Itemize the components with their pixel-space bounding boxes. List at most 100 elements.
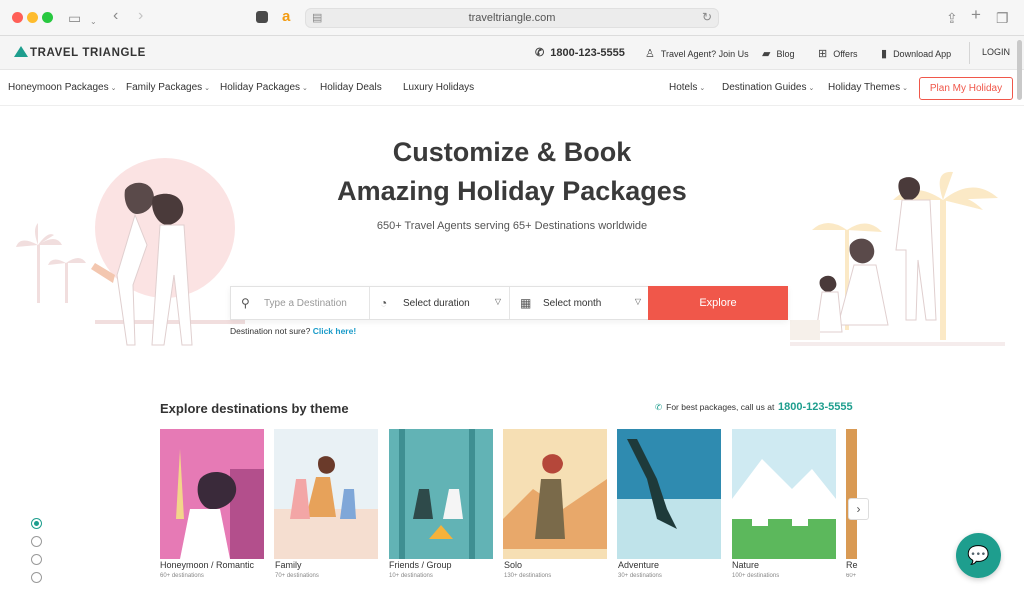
carousel-next-button[interactable]: › bbox=[848, 498, 869, 520]
nav-label: Hotels bbox=[669, 82, 698, 93]
nav-holiday-packages[interactable]: Holiday Packages ⌄ bbox=[220, 82, 308, 93]
theme-name: Friends / Group bbox=[389, 560, 452, 570]
theme-name: Adventure bbox=[618, 560, 660, 570]
amazon-extension-icon[interactable]: a bbox=[282, 8, 290, 25]
extension-icon[interactable] bbox=[256, 11, 268, 23]
nav-label: Destination Guides bbox=[722, 82, 807, 93]
site-logo[interactable]: TRAVEL TRIANGLE bbox=[14, 46, 146, 59]
plan-my-holiday-button[interactable]: Plan My Holiday bbox=[919, 77, 1013, 100]
month-select[interactable]: ▦ Select month ▽ bbox=[510, 287, 649, 319]
destination-placeholder: Type a Destination bbox=[264, 298, 347, 309]
theme-card-partial[interactable] bbox=[846, 429, 857, 559]
offers-label: Offers bbox=[833, 49, 858, 59]
duration-value: Select duration bbox=[403, 298, 470, 309]
nav-honeymoon-packages[interactable]: Honeymoon Packages ⌄ bbox=[8, 82, 117, 93]
theme-card-family[interactable] bbox=[274, 429, 378, 559]
calendar-icon: ▦ bbox=[520, 296, 532, 310]
nav-holiday-themes[interactable]: Holiday Themes ⌄ bbox=[828, 82, 908, 93]
chevron-down-icon: ▽ bbox=[634, 297, 641, 306]
callus-label: For best packages, call us at bbox=[666, 402, 775, 412]
address-bar[interactable]: ▤ traveltriangle.com ↻ bbox=[305, 8, 719, 28]
sidebar-icon[interactable]: ▭ bbox=[68, 9, 81, 27]
destination-field[interactable]: ⚲ Type a Destination bbox=[231, 287, 370, 319]
theme-count: 60+ destinations bbox=[160, 573, 204, 579]
chevron-down-icon[interactable]: ⌄ bbox=[90, 13, 97, 31]
chevron-down-icon: ⌄ bbox=[902, 85, 908, 92]
duration-select[interactable]: ◔ Select duration ▽ bbox=[370, 287, 510, 319]
chevron-down-icon: ⌄ bbox=[204, 85, 211, 92]
theme-count: 100+ destinations bbox=[732, 573, 780, 579]
logo-text: TRAVEL TRIANGLE bbox=[30, 47, 146, 59]
agent-icon: ♙ bbox=[645, 48, 655, 60]
theme-count: 70+ destinations bbox=[275, 573, 319, 579]
nav-label: Honeymoon Packages bbox=[8, 82, 109, 93]
not-sure-label: Destination not sure? bbox=[230, 326, 311, 336]
theme-name: Family bbox=[275, 560, 302, 570]
top-bar: TRAVEL TRIANGLE ✆ 1800-123-5555 ♙ Travel A… bbox=[0, 36, 1024, 70]
chevron-down-icon: ⌄ bbox=[808, 85, 815, 92]
url-text: traveltriangle.com bbox=[468, 12, 556, 24]
new-tab-icon[interactable]: + bbox=[971, 6, 981, 24]
tabs-overview-icon[interactable]: ❐ bbox=[996, 9, 1009, 27]
theme-count: 130+ destinations bbox=[504, 573, 552, 579]
theme-count: 30+ destinations bbox=[618, 573, 662, 579]
destination-not-sure: Destination not sure? Click here! bbox=[230, 326, 356, 336]
logo-triangle-icon bbox=[14, 46, 28, 57]
section-dot-3[interactable] bbox=[31, 554, 42, 565]
nav-hotels[interactable]: Hotels ⌄ bbox=[669, 82, 705, 93]
section-dot-2[interactable] bbox=[31, 536, 42, 547]
phone-icon: ✆ bbox=[535, 47, 545, 59]
chevron-down-icon: ⌄ bbox=[302, 85, 308, 92]
click-here-link[interactable]: Click here! bbox=[313, 326, 356, 336]
zoom-window-button[interactable] bbox=[42, 12, 53, 23]
section-dot-1[interactable] bbox=[31, 518, 42, 529]
nav-family-packages[interactable]: Family Packages ⌄ bbox=[126, 82, 210, 93]
login-link[interactable]: LOGIN bbox=[982, 47, 1010, 57]
travel-agent-label: Travel Agent? Join Us bbox=[660, 49, 749, 59]
mobile-icon: ▮ bbox=[881, 48, 888, 60]
theme-card-honeymoon[interactable] bbox=[160, 429, 264, 559]
phone-number: 1800-123-5555 bbox=[550, 47, 625, 59]
callus-number[interactable]: 1800-123-5555 bbox=[778, 401, 853, 413]
phone-icon: ✆ bbox=[655, 402, 663, 412]
scrollbar[interactable] bbox=[1017, 40, 1022, 100]
chat-button[interactable]: 💬 bbox=[956, 533, 1001, 578]
download-app-label: Download App bbox=[893, 49, 952, 59]
close-window-button[interactable] bbox=[12, 12, 23, 23]
blog-label: Blog bbox=[776, 49, 795, 59]
share-icon[interactable]: ⇪ bbox=[946, 9, 958, 27]
section-dot-4[interactable] bbox=[31, 572, 42, 583]
offers-link[interactable]: ⊞ Offers bbox=[818, 47, 858, 60]
blog-link[interactable]: ▰ Blog bbox=[762, 47, 794, 60]
month-value: Select month bbox=[543, 298, 602, 309]
reload-icon[interactable]: ↻ bbox=[702, 10, 712, 24]
main-nav: Honeymoon Packages ⌄ Family Packages ⌄ Hol… bbox=[0, 70, 1024, 106]
explore-button[interactable]: Explore bbox=[648, 286, 788, 320]
themes-title: Explore destinations by theme bbox=[160, 401, 349, 416]
theme-name: Solo bbox=[504, 560, 523, 570]
theme-card-solo[interactable] bbox=[503, 429, 607, 559]
minimize-window-button[interactable] bbox=[27, 12, 38, 23]
phone-link[interactable]: ✆ 1800-123-5555 bbox=[535, 46, 625, 59]
back-icon[interactable]: ‹ bbox=[113, 7, 118, 25]
nav-luxury-holidays[interactable]: Luxury Holidays bbox=[403, 82, 474, 93]
nav-label: Holiday Themes bbox=[828, 82, 901, 93]
hero-title-line1: Customize & Book bbox=[392, 137, 632, 167]
chevron-down-icon: ▽ bbox=[494, 297, 501, 306]
download-app-link[interactable]: ▮ Download App bbox=[881, 47, 951, 60]
chevron-down-icon: ⌄ bbox=[699, 85, 706, 92]
nav-holiday-deals[interactable]: Holiday Deals bbox=[320, 82, 382, 93]
theme-card-nature[interactable] bbox=[732, 429, 836, 559]
hero-title-line2: Amazing Holiday Packages bbox=[337, 176, 687, 206]
theme-count: 60+ bbox=[846, 573, 857, 579]
travel-agent-link[interactable]: ♙ Travel Agent? Join Us bbox=[645, 47, 749, 60]
theme-count: 10+ destinations bbox=[389, 573, 433, 579]
theme-name: Nature bbox=[732, 560, 760, 570]
hero-subtitle: 650+ Travel Agents serving 65+ Destinati… bbox=[376, 220, 648, 232]
theme-card-friends[interactable] bbox=[389, 429, 493, 559]
nav-destination-guides[interactable]: Destination Guides ⌄ bbox=[722, 82, 814, 93]
callus-text: ✆ For best packages, call us at bbox=[655, 402, 774, 413]
browser-toolbar: ▭ ⌄ ‹ › a ▤ traveltriangle.com ↻ ⇪ + ❐ bbox=[0, 0, 1024, 36]
forward-icon[interactable]: › bbox=[138, 7, 143, 25]
theme-card-adventure[interactable] bbox=[617, 429, 721, 559]
